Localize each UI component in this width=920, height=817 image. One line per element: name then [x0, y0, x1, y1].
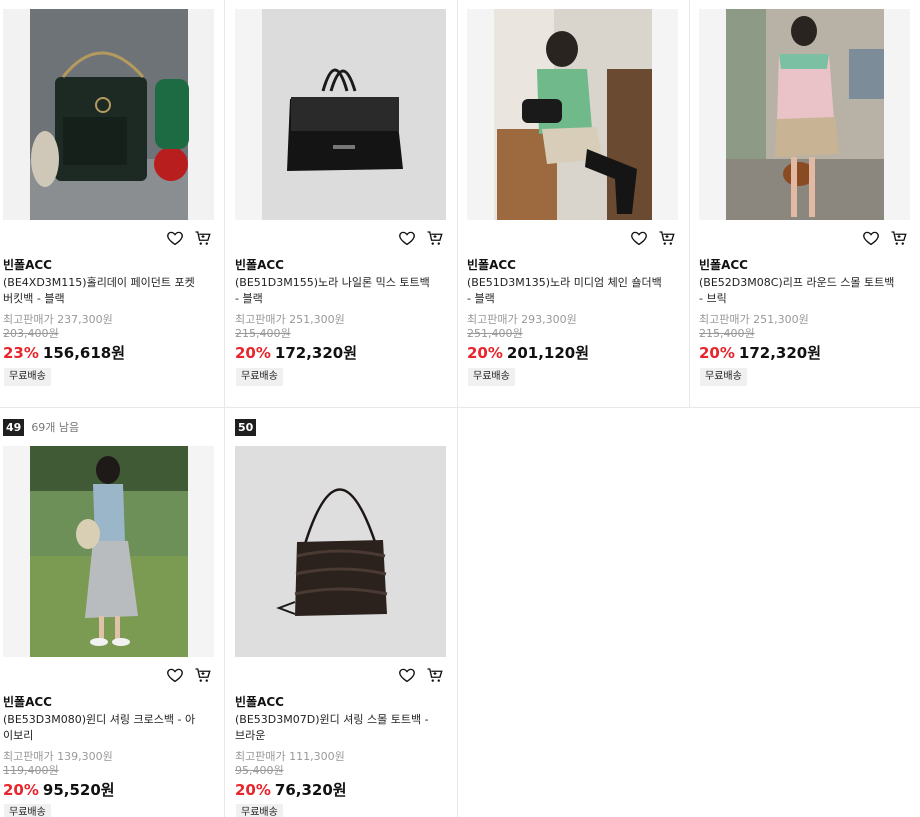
product-title[interactable]: (BE53D3M080)윈디 셔링 크로스백 - 아이보리	[3, 712, 203, 744]
product-image[interactable]	[699, 9, 910, 220]
free-shipping-badge: 무료배송	[700, 368, 747, 386]
cart-icon[interactable]	[890, 229, 908, 247]
heart-icon[interactable]	[166, 666, 184, 684]
product-card[interactable]: 49 69개 남음 빈폴ACC (BE53D3M080)윈디 셔링 크로스백 -…	[0, 0, 232, 817]
product-image[interactable]	[235, 446, 446, 657]
brand-name: 빈폴ACC	[699, 258, 748, 272]
price-row: 20% 172,320원	[699, 342, 821, 363]
brand-name: 빈폴ACC	[3, 695, 52, 709]
original-price: 95,400원	[235, 764, 284, 777]
product-card[interactable]: 빈폴ACC (BE52D3M08C)리프 라운드 스몰 토트백 - 브릭 최고판…	[696, 0, 920, 407]
product-title[interactable]: (BE51D3M135)노라 미디엄 체인 숄더백 - 블랙	[467, 275, 667, 307]
sale-price: 201,120원	[506, 344, 590, 362]
price-row: 20% 95,520원	[3, 779, 115, 800]
cart-icon[interactable]	[426, 666, 444, 684]
rank-badge: 49	[3, 418, 25, 436]
free-shipping-badge: 무료배송	[236, 804, 283, 817]
heart-icon[interactable]	[862, 229, 880, 247]
heart-icon[interactable]	[398, 666, 416, 684]
rank-row: 49 69개 남음	[3, 418, 79, 436]
original-price: 119,400원	[3, 764, 59, 777]
original-price: 215,400원	[699, 327, 755, 340]
rank-row: 50	[235, 418, 263, 436]
discount-rate: 20%	[3, 781, 39, 799]
price-row: 20% 201,120원	[467, 342, 589, 363]
discount-rate: 20%	[699, 344, 735, 362]
stock-remaining: 69개 남음	[31, 421, 80, 434]
product-title[interactable]: (BE52D3M08C)리프 라운드 스몰 토트백 - 브릭	[699, 275, 899, 307]
brand-name: 빈폴ACC	[467, 258, 516, 272]
rank-badge: 50	[235, 418, 257, 436]
sale-price: 76,320원	[274, 781, 347, 799]
product-card[interactable]: 50 빈폴ACC (BE53D3M07D)윈디 셔링 스몰 토트백 - 브라운 …	[232, 0, 464, 817]
product-image[interactable]	[3, 446, 214, 657]
free-shipping-badge: 무료배송	[468, 368, 515, 386]
discount-rate: 20%	[467, 344, 503, 362]
product-title[interactable]: (BE53D3M07D)윈디 셔링 스몰 토트백 - 브라운	[235, 712, 435, 744]
brand-name: 빈폴ACC	[235, 695, 284, 709]
cart-icon[interactable]	[658, 229, 676, 247]
sale-price: 172,320원	[738, 344, 822, 362]
heart-icon[interactable]	[630, 229, 648, 247]
price-row: 20% 76,320원	[235, 779, 347, 800]
free-shipping-badge: 무료배송	[4, 804, 51, 817]
sale-price: 95,520원	[42, 781, 115, 799]
original-price: 251,400원	[467, 327, 523, 340]
product-image[interactable]	[467, 9, 678, 220]
discount-rate: 20%	[235, 781, 271, 799]
cart-icon[interactable]	[194, 666, 212, 684]
product-card[interactable]: 빈폴ACC (BE51D3M135)노라 미디엄 체인 숄더백 - 블랙 최고판…	[464, 0, 696, 407]
